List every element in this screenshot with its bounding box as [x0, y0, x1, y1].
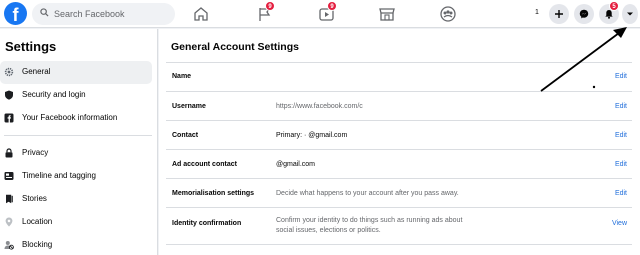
row-label: Name [172, 73, 192, 80]
settings-row-identity-confirmation[interactable]: Identity confirmation Confirm your ident… [166, 208, 632, 245]
settings-row-username[interactable]: Username https://www.facebook.com/c Edit [166, 92, 632, 121]
row-value: https://www.facebook.com/c [276, 103, 363, 110]
messenger-icon [579, 9, 589, 19]
account-menu-button[interactable] [622, 4, 638, 24]
row-label: Memorialisation settings [172, 190, 255, 197]
edit-contact-link[interactable]: Edit [615, 132, 627, 139]
count-text: 1 [535, 9, 539, 16]
nav-marketplace[interactable] [377, 4, 397, 24]
row-label: Ad account contact [172, 161, 237, 168]
row-label: Identity confirmation [172, 220, 242, 227]
sidebar-item-label: General [22, 67, 51, 76]
sidebar-item-location[interactable]: Location [0, 211, 152, 234]
book-icon [6, 194, 13, 204]
edit-ad-account-contact-link[interactable]: Edit [615, 161, 627, 168]
sidebar-item-timeline-and-tagging[interactable]: Timeline and tagging [0, 165, 152, 188]
sidebar-item-stories[interactable]: Stories [0, 188, 152, 211]
settings-row-name[interactable]: Name Edit [166, 63, 632, 92]
messenger-button[interactable] [574, 4, 594, 24]
sidebar-item-label: Stories [22, 194, 47, 203]
location-pin-icon [5, 217, 13, 227]
nav-pages[interactable]: 9 [255, 1, 275, 24]
timeline-icon [4, 172, 14, 180]
sidebar-item-label: Privacy [22, 148, 49, 157]
nav-groups[interactable] [438, 4, 458, 24]
sidebar-item-label: Blocking [22, 240, 53, 249]
search-input[interactable] [54, 6, 169, 22]
edit-name-link[interactable]: Edit [615, 73, 627, 80]
sidebar-item-label: Security and login [22, 90, 86, 99]
row-value: @gmail.com [276, 161, 316, 168]
lock-icon [5, 148, 13, 158]
page-title: General Account Settings [171, 41, 299, 53]
blocking-icon [4, 241, 14, 250]
sidebar-item-security[interactable]: Security and login [0, 84, 152, 107]
store-icon [379, 8, 395, 21]
sidebar-divider [4, 135, 152, 136]
row-value-line-2: social issues, elections or politics. [276, 227, 381, 234]
row-value-line-1: Confirm your identity to do things such … [276, 217, 463, 224]
nav-home[interactable] [191, 4, 211, 24]
search-box[interactable] [32, 3, 175, 25]
row-value: Decide what happens to your account afte… [276, 190, 459, 197]
search-icon [40, 8, 49, 17]
facebook-icon [4, 113, 14, 123]
notifications-badge: 5 [609, 1, 619, 11]
nav-watch[interactable]: 9 [317, 1, 337, 24]
row-label: Username [172, 103, 206, 110]
pages-badge: 9 [265, 1, 275, 11]
settings-row-memorialisation[interactable]: Memorialisation settings Decide what hap… [166, 179, 632, 208]
settings-sidebar: Settings General Security and login Your… [0, 29, 158, 255]
groups-icon [440, 6, 456, 22]
sidebar-item-label: Timeline and tagging [22, 171, 96, 180]
gear-icon [4, 67, 14, 77]
settings-row-ad-account-contact[interactable]: Ad account contact @gmail.com Edit [166, 150, 632, 179]
top-navigation-bar: f 9 9 [0, 0, 640, 28]
sidebar-title: Settings [5, 39, 57, 54]
facebook-logo[interactable]: f [4, 2, 27, 25]
sidebar-item-your-facebook-information[interactable]: Your Facebook information [0, 107, 152, 130]
settings-row-contact[interactable]: Contact Primary: · @gmail.com Edit [166, 121, 632, 150]
row-label: Contact [172, 132, 199, 139]
sidebar-item-label: Your Facebook information [22, 113, 118, 122]
create-button[interactable] [549, 4, 569, 24]
sidebar-item-general[interactable]: General [0, 61, 152, 84]
sidebar-item-label: Location [22, 217, 53, 226]
edit-memorialisation-link[interactable]: Edit [615, 190, 627, 197]
caret-down-icon [627, 12, 633, 16]
watch-badge: 9 [327, 1, 337, 11]
notifications-button[interactable]: 5 [599, 1, 619, 24]
sidebar-item-privacy[interactable]: Privacy [0, 142, 152, 165]
row-value: Primary: · @gmail.com [276, 132, 348, 139]
home-icon [194, 7, 208, 21]
sidebar-item-blocking[interactable]: Blocking [0, 234, 152, 255]
general-account-settings-panel: General Account Settings Name Edit Usern… [159, 29, 640, 255]
view-identity-confirmation-link[interactable]: View [612, 220, 627, 227]
edit-username-link[interactable]: Edit [615, 103, 627, 110]
settings-list: Name Edit Username https://www.facebook.… [166, 62, 632, 255]
plus-icon [555, 10, 563, 18]
shield-icon [5, 90, 13, 100]
